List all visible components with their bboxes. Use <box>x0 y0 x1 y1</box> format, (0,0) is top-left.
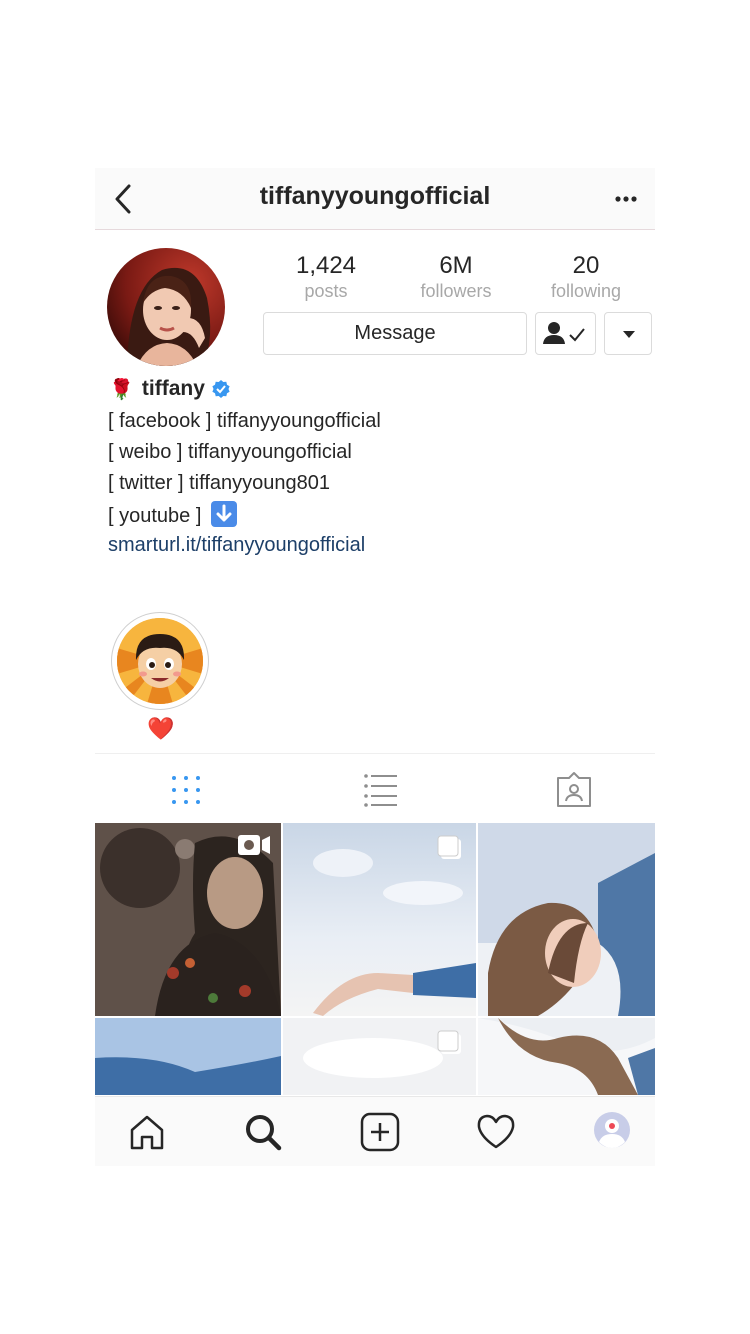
post-thumbnail[interactable] <box>478 823 655 1016</box>
multiple-photos-icon <box>437 835 463 866</box>
highlight-label: ❤️ <box>147 716 175 741</box>
list-icon[interactable] <box>361 770 401 810</box>
user-check-icon <box>543 322 585 344</box>
followers-count[interactable]: 6M followers <box>401 252 511 302</box>
heart-icon[interactable] <box>473 1109 519 1155</box>
video-icon <box>237 833 271 862</box>
bio-facebook: [ facebook ] tiffanyyoungofficial <box>108 410 381 432</box>
posts-value: 1,424 <box>295 252 357 279</box>
message-button[interactable]: Message <box>263 312 527 355</box>
tagged-icon[interactable] <box>554 770 594 810</box>
bio-youtube: [ youtube ] <box>108 505 202 527</box>
post-thumbnail[interactable] <box>283 1018 476 1095</box>
followers-label: followers <box>420 281 492 301</box>
following-value: 20 <box>572 252 600 279</box>
following-count[interactable]: 20 following <box>531 252 641 302</box>
profile-name: tiffany <box>141 377 205 400</box>
post-thumbnail[interactable] <box>478 1018 655 1095</box>
more-horizontal-icon[interactable] <box>609 184 643 214</box>
multiple-photos-icon <box>437 1030 463 1061</box>
followers-value: 6M <box>439 252 473 279</box>
verified-badge-icon <box>211 379 231 399</box>
bio-youtube-line: [ youtube ] <box>108 501 237 529</box>
home-icon[interactable] <box>124 1109 170 1155</box>
search-icon[interactable] <box>240 1109 286 1155</box>
grid-icon[interactable] <box>166 770 206 810</box>
caret-down-icon <box>623 331 635 338</box>
profile-screen: tiffanyyoungofficial 1,424 posts 6M foll… <box>95 168 655 1166</box>
bottom-navigation <box>95 1096 655 1166</box>
bio-twitter: [ twitter ] tiffanyyoung801 <box>108 472 330 494</box>
following-label: following <box>550 281 622 301</box>
following-button[interactable] <box>535 312 596 355</box>
bio-website-link[interactable]: smarturl.it/tiffanyyoungofficial <box>108 532 365 558</box>
posts-count[interactable]: 1,424 posts <box>271 252 381 302</box>
profile-avatar[interactable] <box>107 248 225 366</box>
post-thumbnail[interactable] <box>95 1018 281 1095</box>
top-bar: tiffanyyoungofficial <box>95 168 655 230</box>
profile-avatar-icon[interactable] <box>589 1109 635 1155</box>
rose-emoji: 🌹 <box>109 378 134 401</box>
suggestions-dropdown-button[interactable] <box>604 312 652 355</box>
posts-label: posts <box>304 281 348 301</box>
down-arrow-emoji-icon <box>210 501 237 527</box>
post-thumbnail[interactable] <box>95 823 281 1016</box>
profile-tabs <box>95 753 655 823</box>
post-thumbnail[interactable] <box>283 823 476 1016</box>
page-title: tiffanyyoungofficial <box>259 182 491 210</box>
notification-dot <box>609 1123 615 1129</box>
story-highlight[interactable] <box>111 612 209 710</box>
post-grid <box>95 823 655 1095</box>
profile-name-row: 🌹 tiffany <box>109 374 231 404</box>
bio-weibo: [ weibo ] tiffanyyoungofficial <box>108 441 352 463</box>
add-post-icon[interactable] <box>357 1109 403 1155</box>
highlight-cover-image <box>117 618 203 704</box>
